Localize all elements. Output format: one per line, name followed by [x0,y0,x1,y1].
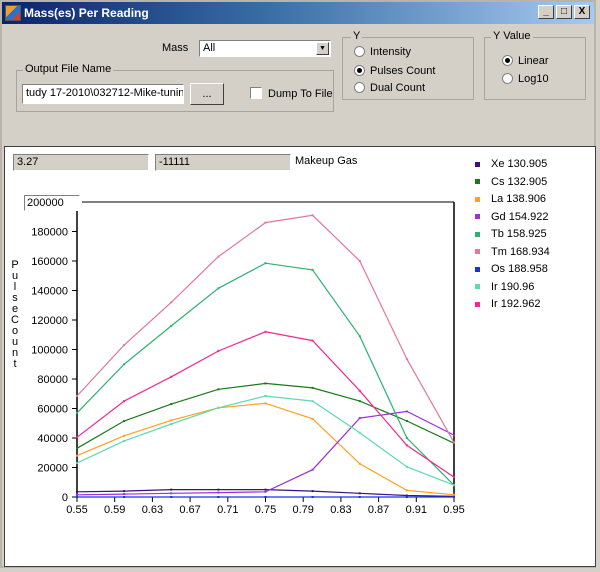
y-axis-label-char: t [13,358,17,370]
legend-label: La 138.906 [491,193,547,205]
legend-swatch [475,196,480,202]
legend-swatch [475,214,480,219]
intensity-radio[interactable] [354,46,365,57]
makeup-gas-label: Makeup Gas [295,155,358,167]
legend-label: Tb 158.925 [491,228,547,240]
legend-swatch [475,161,480,167]
output-file-group-label: Output File Name [23,63,114,75]
legend-label: Ir 190.96 [491,280,535,293]
mass-label: Mass [162,42,189,54]
chart-panel: 3.27 -11111 Makeup Gas Xe 130.905 Cs 132.… [4,146,596,567]
legend-item: Ir 190.96 [475,280,534,294]
y-value-group: Y Value [484,30,586,100]
legend-swatch [475,179,480,184]
minimize-button[interactable]: _ [538,5,554,19]
legend-label: Cs 132.905 [491,175,548,188]
output-file-input[interactable]: tudy 17-2010\032712-Mike-tuning-pre [22,84,184,104]
app-icon [5,5,21,21]
legend-item: Xe 130.905 [475,157,547,171]
log10-label: Log10 [518,73,549,85]
legend-label: Os 188.958 [491,263,548,275]
mass-dropdown[interactable]: All ▼ [199,40,331,57]
dump-to-file-checkbox[interactable] [250,87,262,99]
legend-label: Xe 130.905 [491,158,548,170]
y-axis-label: PulseCount [10,260,20,370]
legend-item: Cs 132.905 [475,175,547,189]
legend-item: Ir 192.962 [475,297,541,311]
legend-item: Os 188.958 [475,262,548,276]
y-group-label: Y [351,30,363,42]
dual-count-label: Dual Count [370,82,426,94]
readout-field-2: -11111 [155,154,291,171]
dual-count-radio[interactable] [354,82,365,93]
legend-swatch [475,266,480,272]
readout-field-1: 3.27 [13,154,149,171]
pulses-count-label: Pulses Count [370,65,436,77]
legend-label: Gd 154.922 [491,210,549,223]
mass-dropdown-value: All [203,42,216,54]
legend-item: Tm 168.934 [475,245,550,259]
linear-radio[interactable] [502,55,513,66]
app-window: Mass(es) Per Reading _ □ X Mass All ▼ Ou… [0,0,596,568]
intensity-label: Intensity [370,46,411,58]
y-value-group-label: Y Value [491,30,533,42]
dump-to-file-label: Dump To File [268,88,333,100]
legend-swatch [475,284,480,289]
legend-swatch [475,249,480,254]
browse-button[interactable]: ... [190,83,224,105]
legend-swatch [475,231,480,237]
pulses-count-radio[interactable] [354,65,365,76]
log10-radio[interactable] [502,73,513,84]
close-button[interactable]: X [574,5,590,19]
legend-item: Gd 154.922 [475,210,549,224]
legend-label: Tm 168.934 [491,245,550,258]
legend-item: La 138.906 [475,192,546,206]
window-title: Mass(es) Per Reading [24,6,149,20]
title-bar: Mass(es) Per Reading _ □ X [2,2,594,24]
legend-swatch [475,301,480,307]
maximize-button[interactable]: □ [556,5,572,19]
legend-label: Ir 192.962 [491,298,541,310]
linear-label: Linear [518,55,549,67]
chevron-down-icon[interactable]: ▼ [316,42,329,55]
legend-item: Tb 158.925 [475,227,547,241]
y-max-input[interactable]: 200000 [24,195,80,211]
